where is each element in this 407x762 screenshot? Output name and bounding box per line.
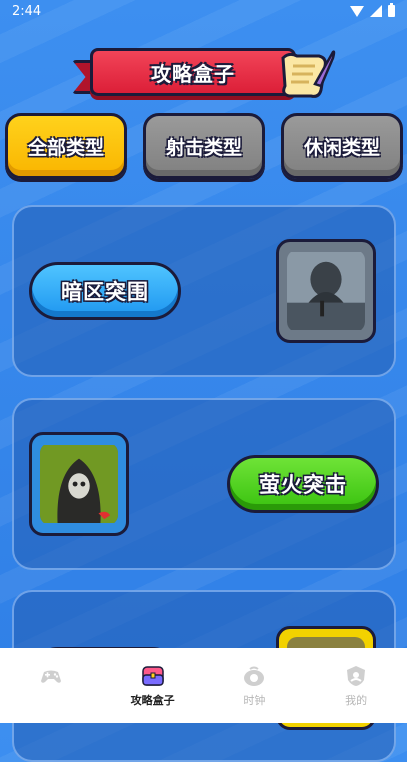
nav-label-profile: 我的 — [345, 694, 368, 707]
nav-item-guide-box[interactable]: 攻略盒子 — [102, 648, 204, 723]
game-icon-yinghuo[interactable] — [29, 432, 129, 536]
game-button-label: 萤火突击 — [259, 473, 347, 497]
game-card: 暗区突围 — [12, 205, 396, 377]
clock-icon — [244, 666, 265, 686]
soldier-art-icon — [287, 252, 365, 330]
game-button-label: 暗区突围 — [61, 280, 149, 304]
tab-casual-types[interactable]: 休闲类型 — [281, 113, 403, 179]
nav-label-clock: 时钟 — [243, 694, 266, 707]
game-button-anqu[interactable]: 暗区突围 — [29, 262, 181, 320]
game-card: 萤火突击 — [12, 398, 396, 570]
status-time: 2:44 — [12, 4, 42, 19]
box-icon — [141, 666, 164, 686]
tab-casual-types-label: 休闲类型 — [303, 136, 380, 159]
bottom-nav: 攻略盒子 时钟 我的 — [0, 648, 407, 723]
battery-icon — [388, 3, 395, 17]
game-icon-anqu[interactable] — [276, 239, 376, 343]
profile-icon — [347, 666, 366, 686]
tab-shooter-types[interactable]: 射击类型 — [143, 113, 265, 179]
tab-all-types-label: 全部类型 — [27, 136, 104, 159]
header-banner: 攻略盒子 — [72, 44, 337, 108]
tab-shooter-types-label: 射击类型 — [165, 136, 242, 159]
signal-icon — [370, 5, 382, 17]
page-title: 攻略盒子 — [90, 48, 296, 96]
game-button-yinghuo[interactable]: 萤火突击 — [227, 455, 379, 513]
nav-label-guide-box: 攻略盒子 — [130, 694, 175, 707]
nav-item-profile[interactable]: 我的 — [305, 648, 407, 723]
gamepad-icon — [40, 670, 61, 683]
status-bar: 2:44 — [0, 0, 407, 24]
wifi-icon — [350, 5, 364, 17]
hooded-soldier-art-icon — [40, 445, 118, 523]
tab-all-types[interactable]: 全部类型 — [5, 113, 127, 179]
scroll-quill-icon — [281, 50, 336, 98]
nav-item-clock[interactable]: 时钟 — [204, 648, 306, 723]
nav-item-games[interactable] — [0, 648, 102, 723]
